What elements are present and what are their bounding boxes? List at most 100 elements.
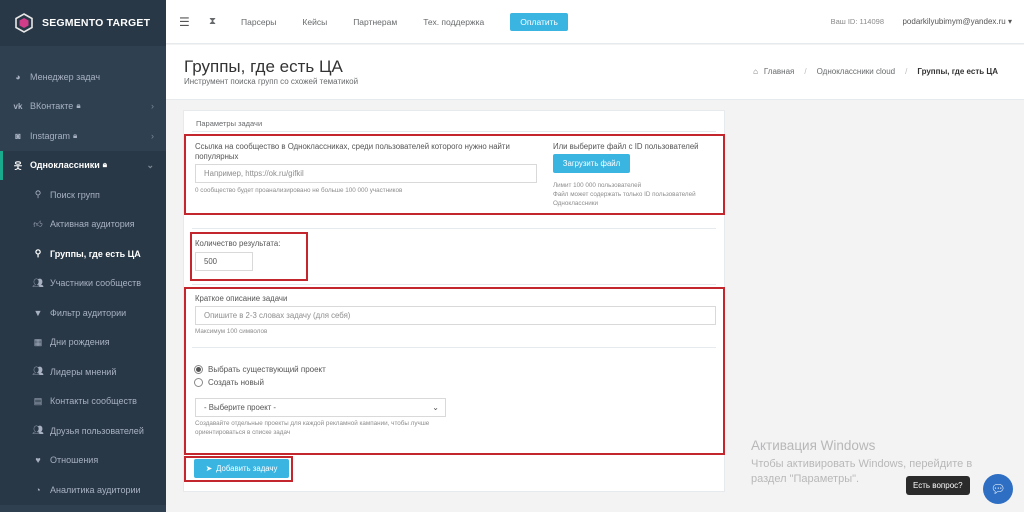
user-id: Ваш ID: 114098 bbox=[830, 17, 884, 26]
breadcrumb-separator: / bbox=[905, 67, 908, 76]
search-icon: ⚲ bbox=[34, 248, 42, 259]
sidebar-item-label: Менеджер задач bbox=[30, 71, 101, 82]
vk-icon: vk bbox=[13, 101, 23, 111]
sidebar-subitem-relations[interactable]: ♥ Отношения bbox=[0, 445, 166, 475]
pie-chart-icon: ◔ bbox=[35, 484, 41, 495]
sidebar-subitem-group-search[interactable]: ⚲ Поиск групп bbox=[0, 180, 166, 210]
search-icon: ⚲ bbox=[34, 189, 42, 200]
description-label: Краткое описание задачи bbox=[195, 294, 288, 303]
nav-link-cases[interactable]: Кейсы bbox=[302, 17, 327, 27]
send-icon: ➤ bbox=[205, 464, 213, 473]
link-label: Ссылка на сообщество в Одноклассниках, с… bbox=[195, 142, 510, 161]
breadcrumb-home[interactable]: Главная bbox=[764, 67, 794, 76]
chevron-down-icon: ▾ bbox=[1007, 17, 1012, 26]
breadcrumb-separator: / bbox=[804, 67, 807, 76]
menu-icon[interactable]: ☰ bbox=[179, 15, 193, 29]
brand-name: SEGMENTO TARGET bbox=[42, 17, 151, 29]
sidebar-item-label: Участники сообществ bbox=[50, 278, 141, 289]
users-icon: 👥︎ bbox=[32, 425, 44, 436]
sidebar-subitem-active-audience[interactable]: 👍︎ Активная аудитория bbox=[0, 209, 166, 239]
sidebar-item-task-manager[interactable]: ◕ Менеджер задач bbox=[0, 62, 166, 92]
sidebar-subitem-audience-analytics[interactable]: ◔ Аналитика аудитории bbox=[0, 475, 166, 505]
sidebar-subitem-birthdays[interactable]: ▦ Дни рождения bbox=[0, 327, 166, 357]
nav-link-support[interactable]: Тех. поддержка bbox=[423, 17, 484, 27]
sidebar-item-label: Друзья пользователей bbox=[50, 425, 144, 436]
breadcrumb-section[interactable]: Одноклассники cloud bbox=[817, 67, 896, 76]
sidebar-subitem-community-contacts[interactable]: ▤ Контакты сообществ bbox=[0, 386, 166, 416]
chevron-right-icon: › bbox=[151, 130, 154, 141]
lock-icon: 🔒︎ bbox=[76, 101, 81, 111]
sidebar-item-label: Поиск групп bbox=[50, 189, 100, 200]
user-email: podarkilyubimym@yandex.ru bbox=[902, 17, 1006, 26]
upload-file-button[interactable]: Загрузить файл bbox=[553, 154, 630, 173]
sidebar-subitem-opinion-leaders[interactable]: 👥︎ Лидеры мнений bbox=[0, 357, 166, 387]
chevron-down-icon: ⌄ bbox=[146, 159, 154, 170]
radio-existing-project[interactable]: Выбрать существующий проект bbox=[194, 365, 326, 374]
add-task-button[interactable]: ➤ Добавить задачу bbox=[194, 459, 289, 478]
sidebar-subitem-user-friends[interactable]: 👥︎ Друзья пользователей bbox=[0, 416, 166, 446]
logo[interactable]: SEGMENTO TARGET bbox=[0, 0, 166, 46]
divider bbox=[192, 228, 716, 229]
breadcrumb: ⌂ Главная / Одноклассники cloud / Группы… bbox=[753, 67, 998, 76]
task-description-input[interactable]: Опишите в 2-3 словах задачу (для себя) bbox=[195, 306, 716, 325]
divider bbox=[192, 284, 716, 285]
sidebar-item-label: Фильтр аудитории bbox=[50, 307, 127, 318]
home-icon: ⌂ bbox=[753, 67, 758, 76]
nav-link-partners[interactable]: Партнерам bbox=[353, 17, 397, 27]
hourglass-icon[interactable]: ⧗ bbox=[209, 16, 221, 27]
add-task-label: Добавить задачу bbox=[216, 464, 278, 473]
sidebar-subitem-audience-filter[interactable]: ▼ Фильтр аудитории bbox=[0, 298, 166, 328]
topbar: ☰ ⧗ Парсеры Кейсы Партнерам Тех. поддерж… bbox=[166, 0, 1024, 44]
sidebar-item-label: Одноклассники bbox=[30, 160, 100, 171]
odnoklassniki-icon: 웃 bbox=[13, 160, 23, 171]
chat-bubble-icon: 💬︎ bbox=[990, 482, 1006, 496]
radio-button[interactable] bbox=[194, 378, 203, 387]
top-nav: Парсеры Кейсы Партнерам Тех. поддержка О… bbox=[241, 12, 568, 31]
divider bbox=[192, 131, 716, 132]
page-subtitle: Инструмент поиска групп со схожей темати… bbox=[184, 77, 359, 86]
heart-icon: ♥ bbox=[35, 455, 41, 466]
page-header: Группы, где есть ЦА Инструмент поиска гр… bbox=[166, 45, 1024, 100]
sidebar-item-label: Активная аудитория bbox=[50, 219, 135, 230]
file-format-help: Файл может содержать только ID пользоват… bbox=[553, 191, 696, 207]
sidebar-subitem-groups-with-ta[interactable]: ⚲ Группы, где есть ЦА bbox=[0, 239, 166, 269]
sidebar-item-label: ВКонтакте bbox=[30, 101, 74, 112]
results-count-input[interactable]: 500 bbox=[195, 252, 253, 271]
lock-icon: 🔒︎ bbox=[73, 130, 78, 140]
sidebar-item-label: Аналитика аудитории bbox=[50, 484, 141, 495]
task-parameters-card: Параметры задачи Ссылка на сообщество в … bbox=[183, 110, 725, 492]
pay-button[interactable]: Оплатить bbox=[510, 12, 568, 31]
file-label: Или выберите файл с ID пользователей bbox=[553, 142, 699, 151]
chat-tooltip: Есть вопрос? bbox=[906, 476, 970, 495]
sidebar-item-label: Лидеры мнений bbox=[50, 366, 117, 377]
page-title: Группы, где есть ЦА bbox=[184, 57, 343, 76]
description-help: Максимум 100 символов bbox=[195, 328, 268, 335]
dashboard-icon: ◕ bbox=[15, 71, 21, 82]
file-limit-help: Лимит 100 000 пользователей bbox=[553, 182, 642, 189]
divider bbox=[192, 347, 716, 348]
sidebar-subitem-community-members[interactable]: 👥︎ Участники сообществ bbox=[0, 268, 166, 298]
filter-icon: ▼ bbox=[33, 307, 43, 318]
chat-button[interactable]: 💬︎ bbox=[983, 474, 1013, 504]
sidebar-item-vk[interactable]: vk ВКонтакте 🔒︎ › bbox=[0, 92, 166, 122]
users-icon: 👥︎ bbox=[32, 366, 44, 377]
calendar-icon: ▦ bbox=[33, 336, 43, 347]
sidebar-item-label: Контакты сообществ bbox=[50, 396, 137, 407]
chevron-right-icon: › bbox=[151, 101, 154, 112]
sidebar-item-instagram[interactable]: ◙ Instagram 🔒︎ › bbox=[0, 121, 166, 151]
link-help: 0 сообщество будет проанализировано не б… bbox=[195, 187, 403, 194]
community-link-input[interactable]: Например, https://ok.ru/gifkil bbox=[195, 164, 537, 183]
sidebar-item-label: Дни рождения bbox=[50, 337, 110, 348]
project-select-value: - Выберите проект - bbox=[204, 403, 277, 412]
sidebar-item-odnoklassniki[interactable]: 웃 Одноклассники 🔒︎ ⌄ bbox=[0, 150, 166, 180]
section-title: Параметры задачи bbox=[196, 119, 263, 128]
radio-new-project[interactable]: Создать новый bbox=[194, 378, 264, 387]
radio-button[interactable] bbox=[194, 365, 203, 374]
project-select[interactable]: - Выберите проект - ⌄ bbox=[195, 398, 446, 417]
users-icon: 👥︎ bbox=[32, 277, 44, 288]
sidebar-item-label: Отношения bbox=[50, 455, 99, 466]
thumbs-up-icon: 👍︎ bbox=[33, 218, 43, 229]
nav-link-parsers[interactable]: Парсеры bbox=[241, 17, 276, 27]
radio-label: Выбрать существующий проект bbox=[208, 365, 326, 374]
user-menu[interactable]: podarkilyubimym@yandex.ru ▾ bbox=[902, 17, 1012, 26]
